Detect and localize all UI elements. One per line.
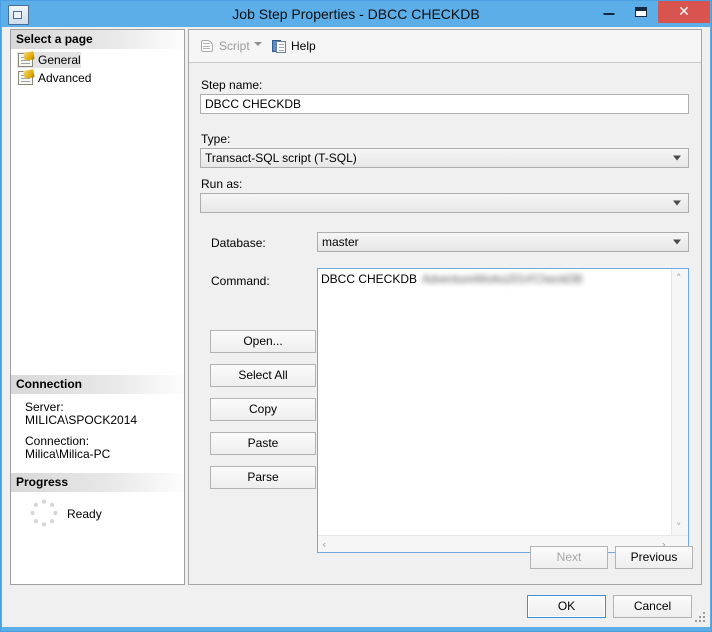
- type-select[interactable]: Transact-SQL script (T-SQL): [200, 148, 689, 168]
- database-select[interactable]: master: [317, 232, 689, 252]
- select-a-page-header: Select a page: [11, 30, 184, 49]
- help-button[interactable]: Help: [271, 36, 316, 56]
- connection-value: Milica\Milica-PC: [25, 447, 111, 461]
- sidebar-item-label: Advanced: [38, 71, 92, 85]
- help-button-label: Help: [291, 39, 316, 53]
- command-text-redacted: AdventureWorks2014'CheckDB: [422, 272, 583, 286]
- server-label: Server:: [25, 400, 64, 414]
- sidebar-item-label: General: [38, 53, 81, 67]
- minimize-button[interactable]: [594, 1, 624, 23]
- cancel-button[interactable]: Cancel: [613, 595, 692, 618]
- chevron-down-icon: [673, 155, 681, 161]
- job-step-properties-window: Job Step Properties - DBCC CHECKDB ✕ Sel…: [0, 0, 712, 632]
- ok-button[interactable]: OK: [527, 595, 606, 618]
- server-value: MILICA\SPOCK2014: [25, 413, 138, 427]
- script-button-label: Script: [219, 39, 250, 53]
- help-icon: [272, 39, 287, 54]
- scroll-left-icon[interactable]: ‹: [322, 539, 326, 550]
- chevron-down-icon: [673, 200, 681, 206]
- progress-status-text: Ready: [67, 507, 102, 521]
- run-as-select[interactable]: [200, 193, 689, 213]
- type-select-value: Transact-SQL script (T-SQL): [205, 151, 357, 165]
- database-label: Database:: [211, 236, 266, 250]
- connection-header: Connection: [11, 375, 184, 394]
- script-dropdown-chevron-down-icon[interactable]: [254, 42, 262, 46]
- resize-grip-icon[interactable]: [695, 612, 707, 624]
- parse-button[interactable]: Parse: [210, 466, 316, 489]
- dialog-toolbar: Script Help: [189, 30, 701, 63]
- paste-button[interactable]: Paste: [210, 432, 316, 455]
- dialog-client-area: Select a page General Advanced Connectio…: [2, 27, 710, 627]
- step-name-input[interactable]: DBCC CHECKDB: [200, 94, 689, 114]
- page-selector-pane: Select a page General Advanced Connectio…: [10, 29, 185, 585]
- script-button[interactable]: Script: [197, 36, 250, 56]
- command-text-visible: DBCC CHECKDB: [321, 272, 418, 286]
- progress-header: Progress: [11, 473, 184, 492]
- previous-button[interactable]: Previous: [615, 546, 693, 569]
- scroll-up-icon[interactable]: ˄: [676, 273, 682, 284]
- page-icon: [18, 69, 35, 85]
- progress-spinner-icon: [29, 498, 59, 528]
- minimize-icon: [603, 13, 615, 15]
- scroll-down-icon[interactable]: ˅: [676, 522, 682, 533]
- select-all-button[interactable]: Select All: [210, 364, 316, 387]
- type-label: Type:: [201, 132, 231, 146]
- next-button[interactable]: Next: [530, 546, 608, 569]
- title-bar: Job Step Properties - DBCC CHECKDB ✕: [1, 1, 711, 27]
- sidebar-item-advanced[interactable]: Advanced: [17, 69, 92, 86]
- close-icon: ✕: [678, 4, 690, 20]
- command-textarea[interactable]: DBCC CHECKDB AdventureWorks2014'CheckDB ˄…: [317, 268, 689, 553]
- database-select-value: master: [322, 235, 359, 249]
- chevron-down-icon: [673, 239, 681, 245]
- command-text: DBCC CHECKDB AdventureWorks2014'CheckDB: [321, 272, 583, 287]
- step-name-label: Step name:: [201, 78, 263, 92]
- script-icon: [199, 39, 215, 54]
- sidebar-item-general[interactable]: General: [17, 51, 81, 68]
- close-button[interactable]: ✕: [658, 1, 710, 23]
- command-vertical-scrollbar[interactable]: ˄ ˅: [671, 269, 688, 537]
- connection-label: Connection:: [25, 434, 90, 448]
- run-as-label: Run as:: [201, 177, 243, 191]
- open-button[interactable]: Open...: [210, 330, 316, 353]
- content-pane: Script Help Step name: DBCC CHECKDB Type…: [188, 29, 702, 585]
- maximize-button[interactable]: [626, 1, 656, 23]
- copy-button[interactable]: Copy: [210, 398, 316, 421]
- maximize-icon: [635, 7, 647, 17]
- page-icon: [18, 51, 35, 67]
- command-label: Command:: [211, 274, 270, 288]
